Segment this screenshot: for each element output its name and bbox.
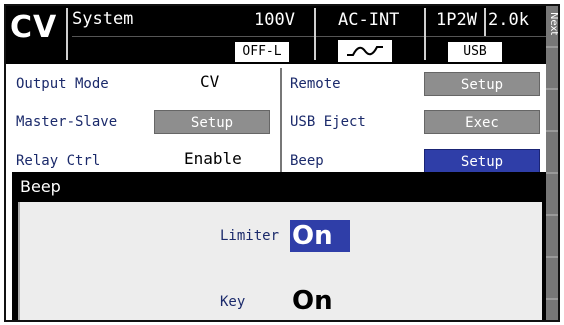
beep-setup-button[interactable]: Setup xyxy=(424,149,540,173)
limiter-label: Limiter xyxy=(220,228,280,244)
header-separator xyxy=(484,8,486,36)
output-state-badge: OFF-L xyxy=(235,42,289,62)
header-separator xyxy=(66,8,68,60)
system-menu: Output Mode CV Remote Setup Master-Slave… xyxy=(6,64,546,174)
voltage-range: 100V xyxy=(254,10,295,30)
header-separator xyxy=(314,8,316,60)
key-label: Key xyxy=(220,294,246,310)
device-screen: CV System 100V AC-INT 1P2W 2.0k OFF-L US… xyxy=(4,4,560,322)
usb-eject-exec-button[interactable]: Exec xyxy=(424,110,540,134)
output-mode-value[interactable]: CV xyxy=(200,72,219,91)
output-mode-indicator: CV xyxy=(10,10,58,45)
master-slave-setup-button[interactable]: Setup xyxy=(154,110,270,134)
waveform-icon xyxy=(338,40,392,62)
menu-row: Master-Slave Setup USB Eject Exec xyxy=(6,102,546,138)
key-value[interactable]: On xyxy=(292,286,333,316)
usb-indicator: USB xyxy=(448,42,502,62)
power-rating: 2.0k xyxy=(488,10,529,30)
status-header: CV System 100V AC-INT 1P2W 2.0k OFF-L US… xyxy=(6,6,546,64)
remote-label: Remote xyxy=(290,76,341,92)
output-mode-label: Output Mode xyxy=(16,76,109,92)
master-slave-label: Master-Slave xyxy=(16,114,118,130)
relay-ctrl-label: Relay Ctrl xyxy=(16,153,101,169)
header-separator xyxy=(424,8,426,60)
usb-eject-label: USB Eject xyxy=(290,114,366,130)
beep-label: Beep xyxy=(290,153,324,169)
remote-setup-button[interactable]: Setup xyxy=(424,72,540,96)
page-title: System xyxy=(72,9,134,29)
phase-mode: 1P2W xyxy=(436,10,477,30)
dialog-panel: Limiter On Key On xyxy=(18,202,542,320)
dialog-title: Beep xyxy=(20,177,61,196)
softkey-strip[interactable]: Next xyxy=(546,6,558,320)
signal-source: AC-INT xyxy=(338,10,400,30)
relay-ctrl-value[interactable]: Enable xyxy=(184,149,242,168)
next-softkey[interactable]: Next xyxy=(548,12,558,35)
header-divider xyxy=(72,36,546,37)
beep-dialog: Beep Limiter On Key On xyxy=(12,172,546,320)
menu-row: Relay Ctrl Enable Beep Setup xyxy=(6,140,546,176)
limiter-value[interactable]: On xyxy=(290,220,350,252)
menu-row: Output Mode CV Remote Setup xyxy=(6,66,546,102)
